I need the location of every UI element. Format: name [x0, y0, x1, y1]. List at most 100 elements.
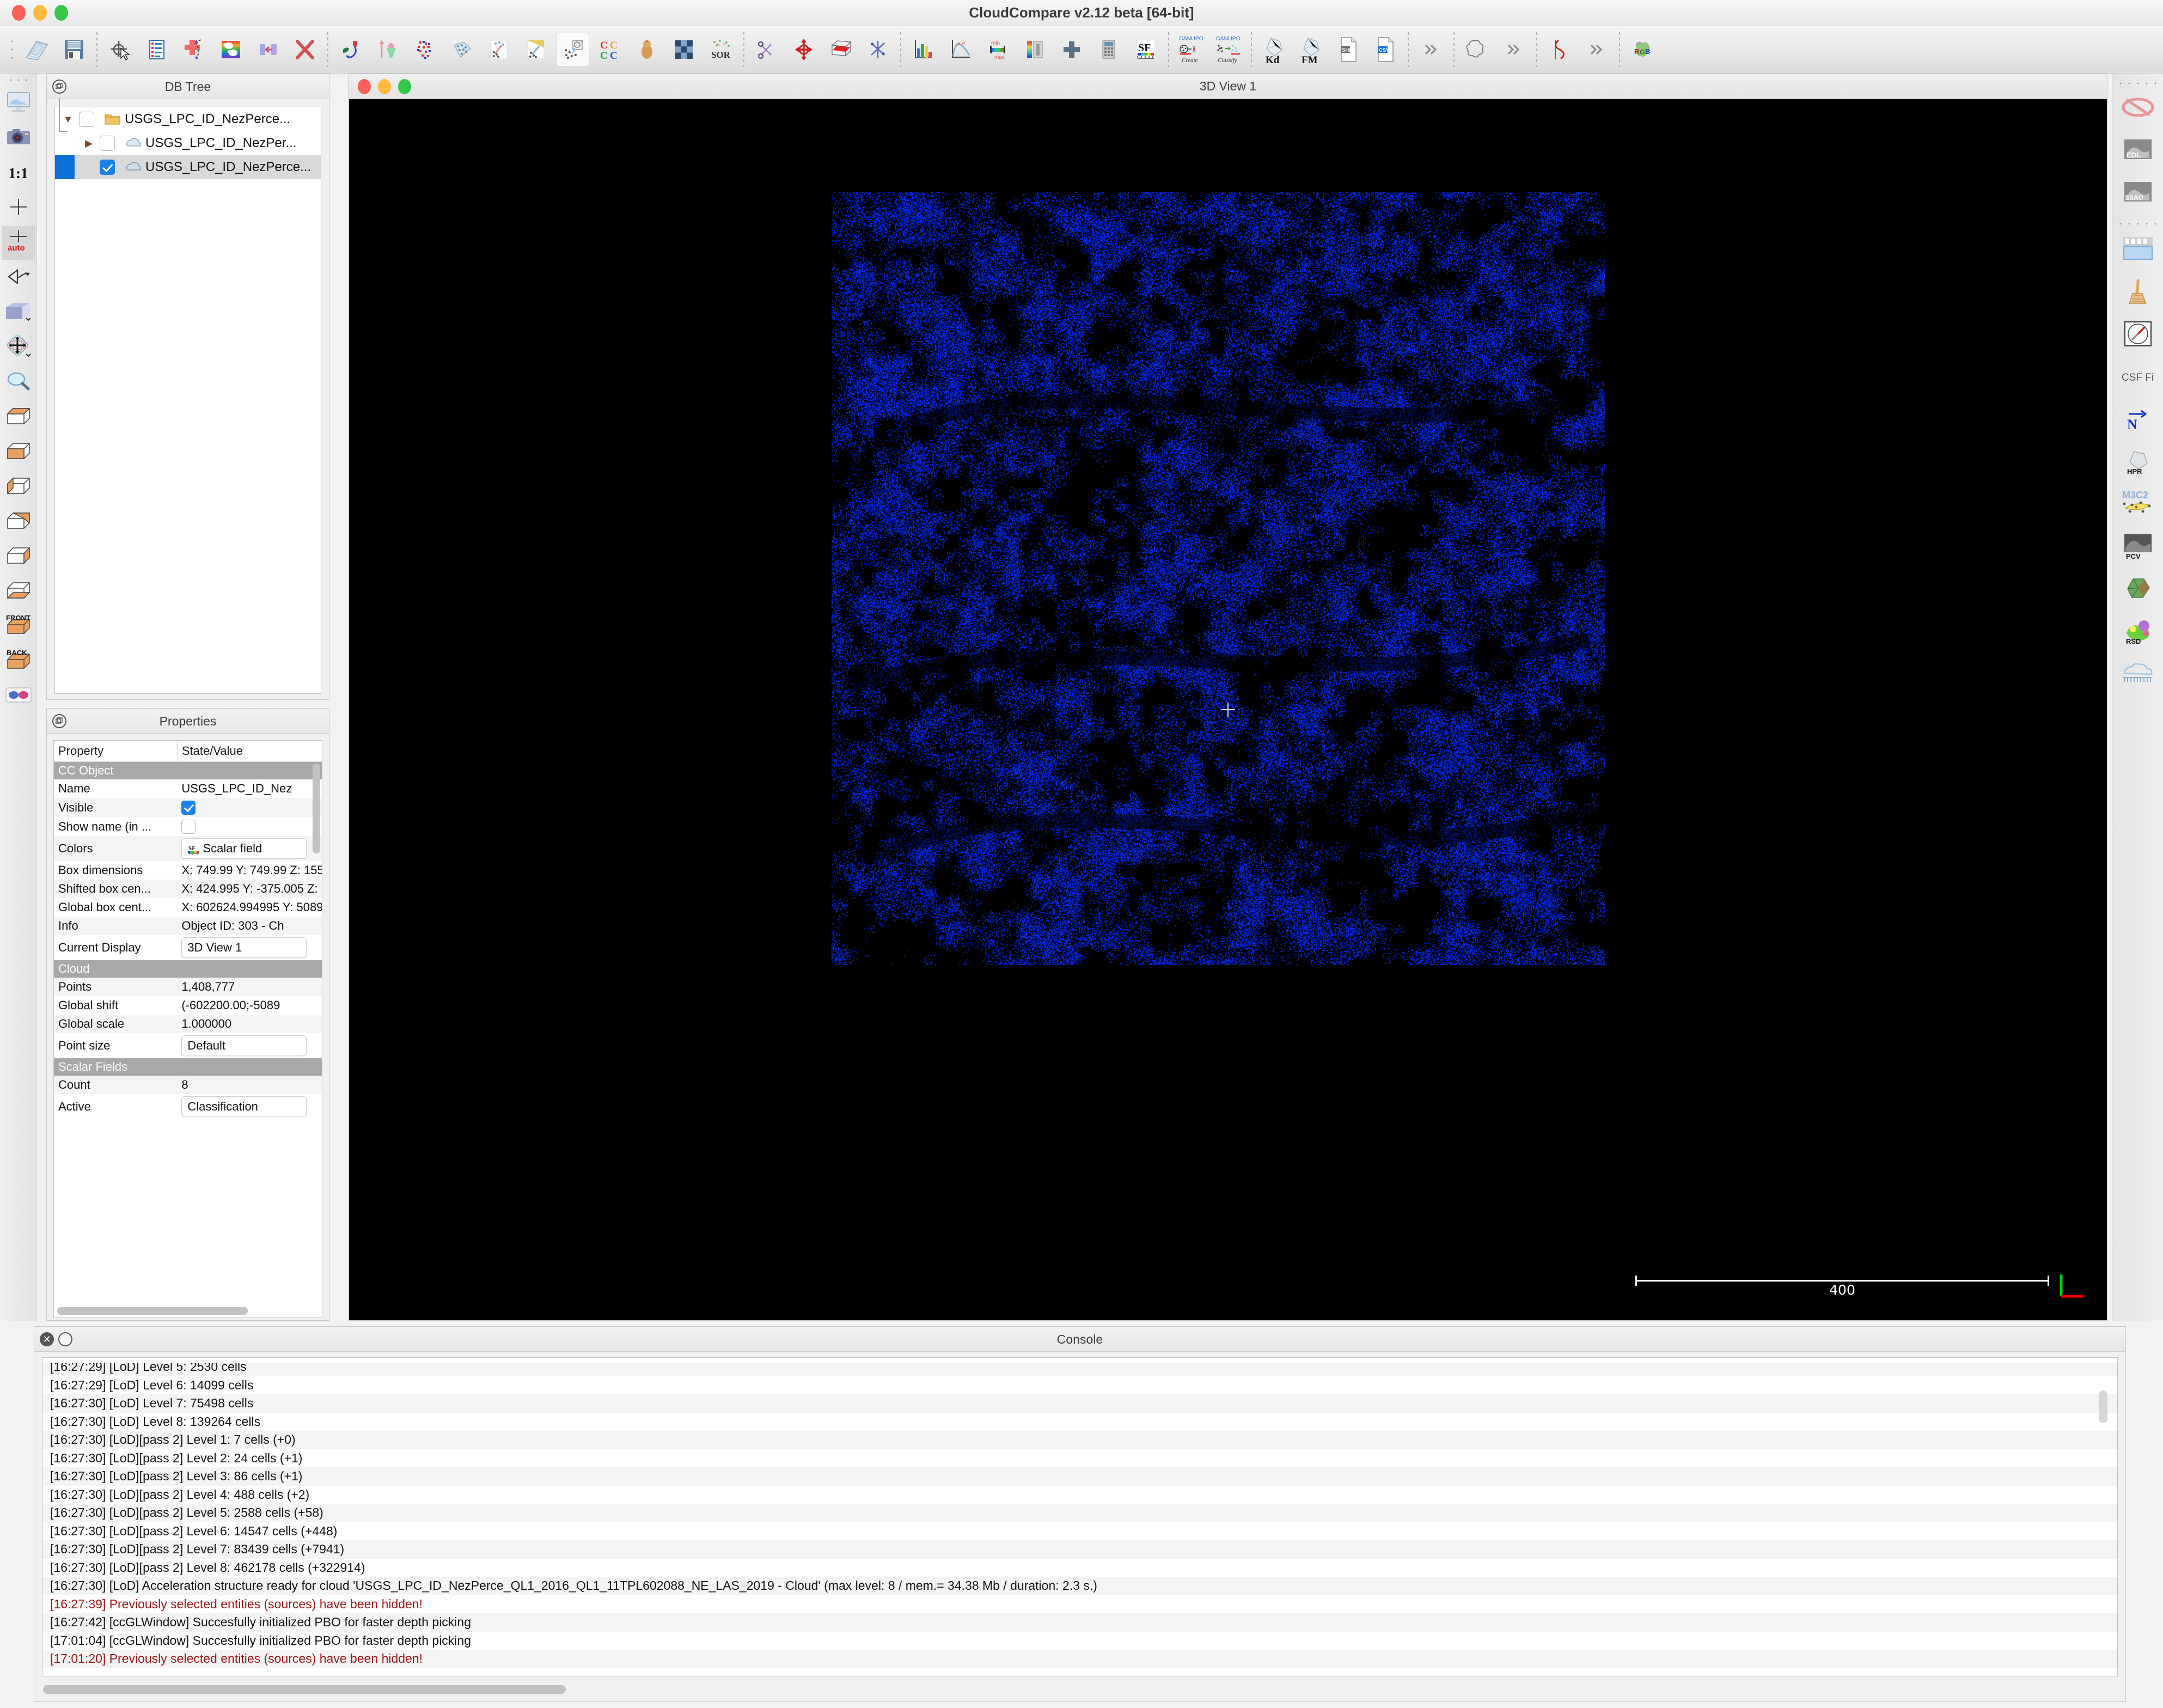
view-bottom-button[interactable] [2, 435, 35, 469]
pick-rotation-center-button[interactable] [103, 33, 136, 66]
console-float-button[interactable] [58, 1332, 72, 1346]
view-left-button[interactable] [2, 470, 35, 504]
view-maximize-button[interactable] [398, 79, 411, 94]
hpr-tool-button[interactable]: HPR [2115, 443, 2161, 482]
properties-horizontal-scrollbar[interactable] [57, 1307, 248, 1315]
clone-button[interactable] [215, 33, 247, 66]
cc-registration-button[interactable]: C C C C [594, 33, 626, 66]
cloud-cloud-dist-button[interactable] [482, 33, 515, 66]
shp-export-button[interactable]: SHP [1332, 33, 1365, 66]
edl-shader-button[interactable]: EDL [2115, 132, 2161, 172]
compute-normals-button[interactable] [445, 33, 478, 66]
compass-button[interactable] [2115, 315, 2161, 355]
expand-arrow-icon[interactable] [57, 114, 79, 125]
ssao-shader-button[interactable]: SSAO [2115, 175, 2161, 214]
snapshot-button[interactable] [2, 121, 35, 155]
toolbar-grip[interactable] [8, 34, 15, 65]
visible-checkbox[interactable] [181, 801, 195, 815]
zoom-one-to-one-button[interactable]: 1:1 [2, 156, 35, 190]
normal-tool-button[interactable]: N [2115, 400, 2161, 440]
view-close-button[interactable] [358, 79, 371, 94]
console-horizontal-scrollbar[interactable] [43, 1685, 566, 1694]
primitive-factory-button[interactable] [557, 33, 589, 66]
visibility-checkbox[interactable] [100, 136, 115, 151]
add-constant-sf-button[interactable] [1055, 33, 1088, 66]
viewing-mode-button[interactable] [2, 296, 35, 330]
cloud-mesh-dist-button[interactable] [520, 33, 552, 66]
auto-pivot-button[interactable]: auto [2, 226, 35, 260]
db-tree-float-button[interactable] [52, 80, 66, 94]
gl-canvas[interactable]: 400 [349, 99, 2107, 1320]
sf-to-rgb-button[interactable] [1018, 33, 1051, 66]
canupo-classify-button[interactable]: CANUPO Classify [1212, 33, 1245, 66]
sor-filter-button[interactable]: xx SOR [705, 33, 737, 66]
rsd-tool-button[interactable]: RSD [2115, 613, 2161, 652]
db-tree-item-child-2[interactable]: USGS_LPC_ID_NezPerce... [55, 155, 321, 179]
statistical-test-button[interactable] [631, 33, 663, 66]
add-point-button[interactable] [178, 33, 210, 66]
histogram-button[interactable] [907, 33, 940, 66]
ransac-shape-button[interactable] [1461, 33, 1493, 66]
expand-arrow-icon[interactable] [78, 138, 100, 149]
filter-by-value-button[interactable]: min max [981, 33, 1014, 66]
point-size-combobox[interactable]: Default [181, 1035, 307, 1056]
pivot-visibility-button[interactable] [2, 331, 35, 364]
translate-rotate-button[interactable] [787, 33, 820, 66]
delete-button[interactable] [289, 33, 321, 66]
canupo-create-button[interactable]: CANUPO Create [1175, 33, 1208, 66]
gaussian-filter-button[interactable]: μ,σ [944, 33, 977, 66]
view-upper-button[interactable] [2, 505, 35, 539]
open-file-button[interactable] [21, 33, 53, 66]
cloud-layers-button[interactable] [2115, 655, 2161, 694]
right-toolbar-grip-2[interactable] [2119, 221, 2156, 227]
no-shader-button[interactable] [2115, 90, 2161, 129]
point-pair-align-button[interactable] [861, 33, 894, 66]
point-cloud-render[interactable] [832, 192, 1605, 965]
left-toolbar-grip[interactable] [6, 77, 31, 83]
cut-tool-button[interactable] [750, 33, 783, 66]
db-tree-list[interactable]: USGS_LPC_ID_NezPerce... USGS_LPC_ID_NezP… [54, 107, 321, 694]
point-cloud-canvas[interactable] [832, 192, 1605, 965]
active-sf-combobox[interactable]: Classification [181, 1096, 307, 1117]
show-name-checkbox[interactable] [181, 820, 195, 834]
apply-transformation-button[interactable] [334, 33, 367, 66]
visibility-checkbox[interactable] [79, 112, 94, 127]
toggle-perspective-button[interactable] [2, 261, 35, 295]
subsample-button[interactable] [408, 33, 441, 66]
more-tools-3-button[interactable] [1580, 33, 1613, 66]
zoom-global-button[interactable] [2, 365, 35, 399]
colors-combobox[interactable]: SF Scalar field [181, 838, 307, 859]
view-top-button[interactable] [2, 400, 35, 434]
fm-tool-button[interactable]: FM [1295, 33, 1328, 66]
sf-arithmetic-button[interactable] [1092, 33, 1125, 66]
cross-section-button[interactable] [824, 33, 857, 66]
right-toolbar-grip-1[interactable] [2119, 80, 2156, 87]
view-minimize-button[interactable] [378, 79, 391, 94]
animation-button[interactable] [2115, 230, 2161, 270]
scale-button[interactable] [371, 33, 404, 66]
more-tools-1-button[interactable] [1415, 33, 1447, 66]
view-back-button[interactable]: BACK [2, 644, 35, 678]
save-file-button[interactable] [58, 33, 90, 66]
broom-cleaner-button[interactable] [2115, 273, 2161, 312]
properties-vertical-scrollbar[interactable] [313, 764, 320, 853]
list-properties-button[interactable] [140, 33, 173, 66]
more-tools-2-button[interactable] [1498, 33, 1530, 66]
view-under-button[interactable] [2, 575, 35, 608]
stereo-mode-button[interactable] [2, 679, 35, 713]
console-log-list[interactable]: [16:27:29] [LoD] Level 5: 2530 cells [16… [42, 1357, 2118, 1676]
scalar-field-button[interactable]: SF [1129, 33, 1162, 66]
db-tree-item-root[interactable]: USGS_LPC_ID_NezPerce... [55, 107, 321, 131]
kd-tree-button[interactable]: Kd [1258, 33, 1291, 66]
view-front-button[interactable]: FRONT [2, 609, 35, 643]
noise-filter-button[interactable] [668, 33, 700, 66]
view-right-button[interactable] [2, 540, 35, 574]
db-tree-item-child-1[interactable]: USGS_LPC_ID_NezPer... [55, 131, 321, 155]
curve-fit-button[interactable] [1543, 33, 1576, 66]
set-pivot-center-button[interactable] [2, 191, 35, 225]
properties-float-button[interactable] [52, 714, 66, 728]
csv-export-button[interactable]: CSV [1369, 33, 1402, 66]
properties-table-container[interactable]: Property State/Value CC Object Name USGS… [53, 740, 322, 1318]
vis-checkbox-checked[interactable] [100, 160, 115, 175]
csf-filter-button[interactable]: CSF Fi [2115, 358, 2161, 397]
